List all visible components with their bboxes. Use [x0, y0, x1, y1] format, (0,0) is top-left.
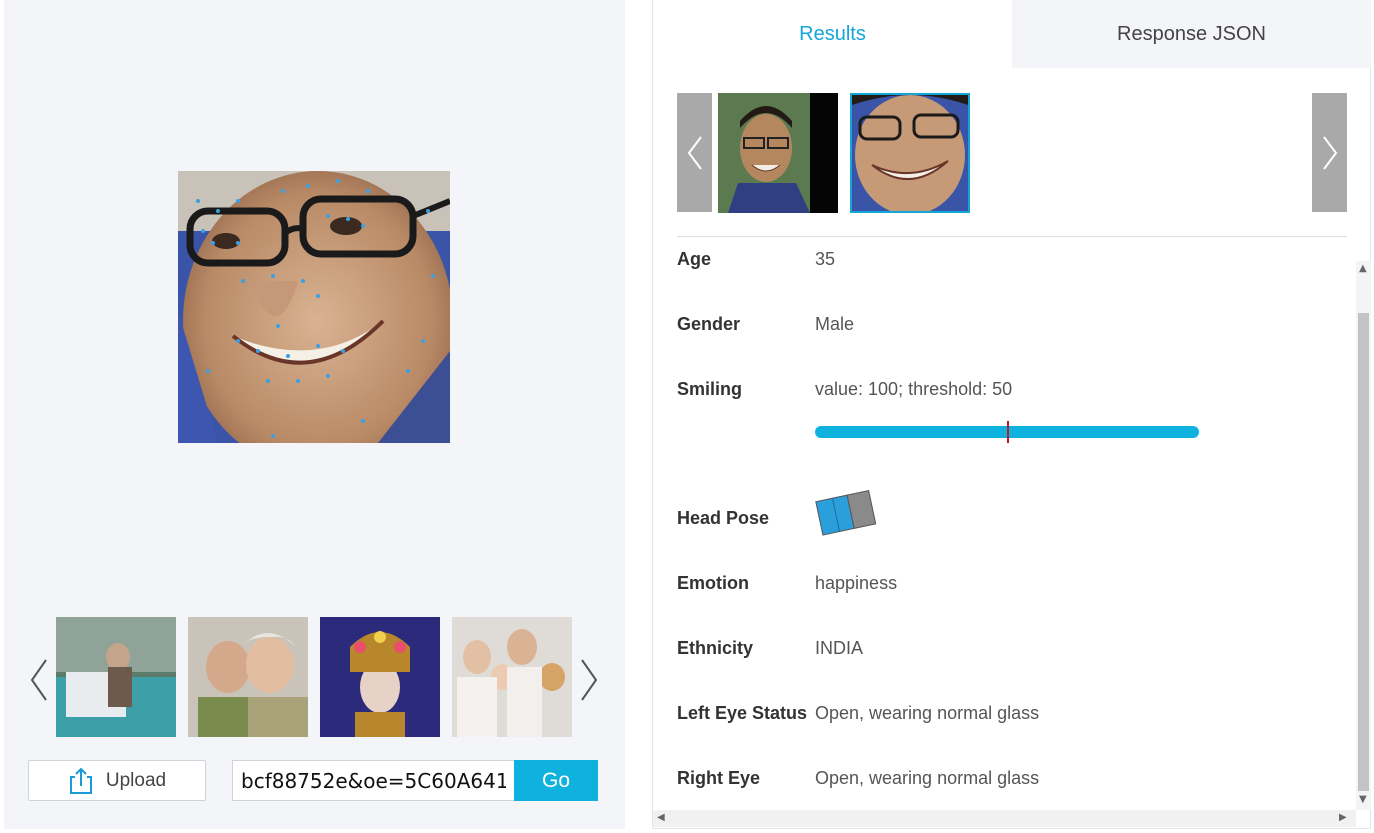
chevron-right-icon	[581, 659, 598, 701]
image-url-input[interactable]	[232, 760, 514, 801]
attr-label-ethnicity: Ethnicity	[677, 638, 754, 658]
head-pose-icon	[815, 488, 877, 545]
attr-label-gender: Gender	[677, 314, 741, 334]
chevron-left-icon	[687, 135, 702, 170]
scroll-right-icon[interactable]: ▶	[1339, 812, 1347, 823]
attr-label-age: Age	[677, 252, 712, 269]
thumbnails-prev-button[interactable]	[28, 656, 52, 704]
vertical-scroll-thumb[interactable]	[1358, 313, 1369, 791]
divider	[677, 236, 1347, 237]
attr-label-smiling: Smiling	[677, 379, 743, 399]
scroll-down-icon[interactable]: ▼	[1359, 794, 1367, 805]
upload-icon	[69, 767, 92, 794]
go-button[interactable]: Go	[514, 760, 598, 801]
sample-thumbnail-2[interactable]	[188, 617, 308, 737]
thumbnails-next-button[interactable]	[576, 656, 600, 704]
attr-value-age: 35	[815, 252, 836, 269]
smiling-threshold-marker	[1007, 421, 1009, 443]
attr-label-head-pose: Head Pose	[677, 508, 770, 528]
tab-response-json[interactable]: Response JSON	[1012, 0, 1371, 68]
attr-label-right-eye: Right Eye	[677, 768, 761, 788]
attr-value-gender: Male	[815, 314, 855, 334]
tab-results[interactable]: Results	[653, 0, 1012, 68]
upload-label: Upload	[105, 769, 167, 791]
results-panel: Results Response JSON Age 35 Gender Male…	[652, 0, 1371, 829]
chevron-right-icon	[1322, 135, 1337, 170]
scroll-up-icon[interactable]: ▲	[1359, 263, 1367, 274]
faces-prev-button[interactable]	[677, 93, 712, 212]
image-input-panel: Upload Go	[4, 0, 625, 829]
detected-face-1[interactable]	[718, 93, 838, 213]
attr-value-left-eye-status: Open, wearing normal glass	[815, 703, 1040, 723]
attr-value-emotion: happiness	[815, 573, 898, 593]
attr-value-right-eye: Open, wearing normal glass	[815, 768, 1040, 788]
scroll-left-icon[interactable]: ◀	[657, 812, 665, 823]
attr-label-left-eye-status: Left Eye Status	[677, 703, 808, 723]
main-face-photo	[178, 171, 450, 443]
attr-value-smiling: value: 100; threshold: 50	[815, 379, 1013, 399]
vertical-scrollbar[interactable]: ▲ ▼	[1356, 261, 1371, 810]
horizontal-scrollbar[interactable]: ◀ ▶	[653, 810, 1356, 827]
upload-button[interactable]: Upload	[28, 760, 206, 801]
attr-value-ethnicity: INDIA	[815, 638, 864, 658]
sample-thumbnail-1[interactable]	[56, 617, 176, 737]
chevron-left-icon	[30, 659, 47, 701]
attributes-list: Age 35 Gender Male Smiling value: 100; t…	[653, 252, 1353, 810]
faces-next-button[interactable]	[1312, 93, 1347, 212]
sample-thumbnail-4[interactable]	[452, 617, 572, 737]
attr-label-emotion: Emotion	[677, 573, 749, 593]
detected-face-2[interactable]	[850, 93, 970, 213]
sample-thumbnail-3[interactable]	[320, 617, 440, 737]
smiling-progress-bar	[815, 421, 1199, 443]
